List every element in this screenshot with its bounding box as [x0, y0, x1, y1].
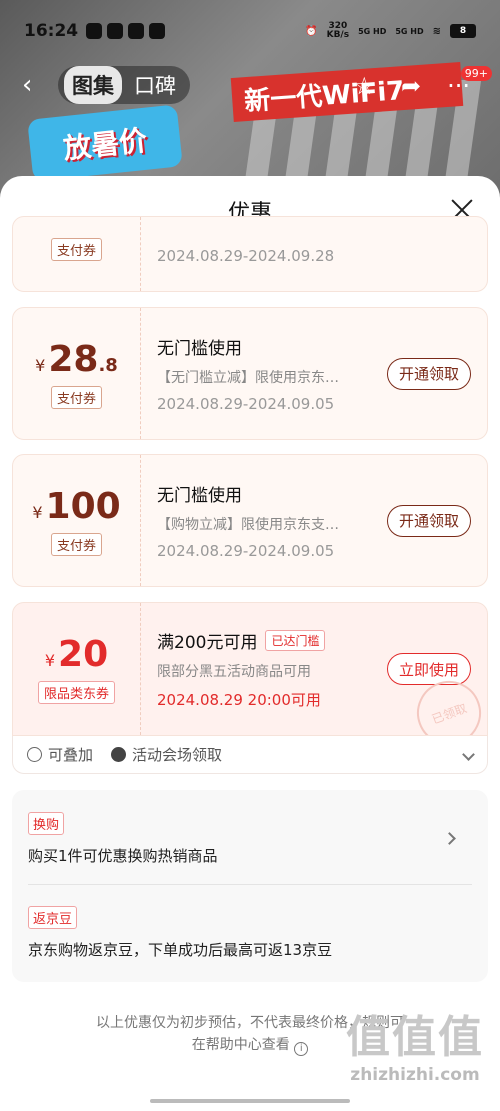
coupon-desc: 限部分黑五活动商品可用: [157, 664, 311, 680]
coupon-card: ¥100 支付券 无门槛使用 【购物立减】限使用京东支… 2024.08.29-…: [12, 454, 488, 587]
coupon-tag: 支付券: [50, 238, 102, 261]
benefit-card[interactable]: 换购 购买1件可优惠换购热销商品 返京豆 京东购物返京豆，下单成功后最高可返13…: [12, 790, 488, 982]
status-time: 16:24: [24, 21, 79, 41]
coupon-title: 无门槛使用: [157, 486, 242, 506]
coupon-desc: 【购物立减】限使用京东支…: [157, 517, 339, 533]
notification-icons: [86, 23, 166, 39]
coupon-info: 满200元可用 已达门槛 限部分黑五活动商品可用 2024.08.29 20:0…: [157, 603, 367, 735]
tab-reviews[interactable]: 口碑: [126, 66, 184, 104]
coupon-left: ¥100 支付券: [13, 455, 141, 586]
product-page-background: 16:24 ⏰ 320 KB/s 5G HD 5G HD ≋ 8 放暑价 新一代W…: [0, 0, 500, 200]
status-bar: 16:24 ⏰ 320 KB/s 5G HD 5G HD ≋ 8: [0, 0, 500, 62]
network-speed: 320 KB/s: [326, 21, 350, 40]
coupon-desc: 【无门槛立减】限使用京东…: [157, 370, 339, 386]
trade-in-item[interactable]: 换购 购买1件可优惠换购热销商品: [28, 812, 456, 866]
trade-in-text: 购买1件可优惠换购热销商品: [28, 847, 218, 865]
battery-icon: 8: [450, 24, 476, 38]
media-tabs: 图集 口碑: [58, 66, 190, 104]
coupon-card-partial: 支付券 2024.08.29-2024.09.28: [12, 216, 488, 292]
signal-1: 5G HD: [358, 26, 387, 36]
home-indicator[interactable]: [150, 1099, 350, 1103]
site-watermark: 值值值 zhizhizhi.com: [346, 1012, 484, 1085]
info-icon[interactable]: i: [294, 1042, 309, 1056]
coupon-tag: 限品类东券: [37, 681, 115, 704]
back-arrow-icon[interactable]: ‹: [22, 70, 32, 100]
source-label: 活动会场领取: [111, 744, 222, 765]
promo-logo: 放暑价: [27, 104, 183, 182]
coupon-tag: 支付券: [50, 385, 102, 409]
trade-in-tag: 换购: [28, 812, 65, 835]
nav-actions: ☆ ➦ ···: [353, 72, 470, 100]
use-now-button[interactable]: 立即使用: [386, 653, 471, 685]
coupon-amount: ¥100: [32, 485, 121, 527]
tab-gallery[interactable]: 图集: [64, 66, 122, 104]
coupon-title: 无门槛使用: [157, 339, 242, 359]
star-icon[interactable]: ☆: [353, 72, 375, 100]
coupon-amount: ¥20: [44, 634, 109, 675]
venue-icon: [111, 747, 127, 762]
coupon-left: ¥28.8 支付券: [13, 308, 141, 439]
divider: [28, 884, 472, 885]
coupon-tag: 支付券: [50, 532, 102, 556]
coupon-info: 2024.08.29-2024.09.28: [157, 217, 334, 291]
coupon-date: 2024.08.29-2024.09.05: [157, 542, 335, 560]
chevron-down-icon[interactable]: [462, 748, 475, 761]
jd-bean-text: 京东购物返京豆，下单成功后最高可返13京豆: [28, 941, 333, 959]
product-nav: ‹ 图集 口碑 ☆ ➦ ··· 99+: [0, 66, 500, 106]
jd-bean-tag: 返京豆: [28, 906, 78, 929]
coupon-info: 无门槛使用 【无门槛立减】限使用京东… 2024.08.29-2024.09.0…: [157, 308, 367, 439]
share-icon[interactable]: ➦: [401, 72, 421, 100]
coupon-amount: ¥28.8: [35, 338, 118, 380]
coupon-footer-row[interactable]: 可叠加 活动会场领取: [12, 736, 488, 774]
threshold-badge: 已达门槛: [265, 630, 326, 651]
coupon-left: ¥20 限品类东券: [13, 603, 141, 735]
coupon-left: 支付券: [13, 217, 141, 291]
signal-2: 5G HD: [395, 26, 424, 36]
coupon-card: ¥28.8 支付券 无门槛使用 【无门槛立减】限使用京东… 2024.08.29…: [12, 307, 488, 440]
coupon-card-jd: ¥20 限品类东券 满200元可用 已达门槛 限部分黑五活动商品可用 2024.…: [12, 602, 488, 736]
alarm-icon: ⏰: [305, 25, 318, 37]
coupon-date: 2024.08.29 20:00可用: [157, 691, 321, 709]
jd-bean-item: 返京豆 京东购物返京豆，下单成功后最高可返13京豆: [28, 906, 456, 960]
coupon-title: 满200元可用 已达门槛: [157, 628, 367, 653]
message-badge: 99+: [460, 66, 492, 81]
status-right: ⏰ 320 KB/s 5G HD 5G HD ≋ 8: [305, 22, 476, 40]
coupon-info: 无门槛使用 【购物立减】限使用京东支… 2024.08.29-2024.09.0…: [157, 455, 367, 586]
claim-button[interactable]: 开通领取: [386, 504, 471, 537]
wifi-icon: ≋: [432, 25, 441, 37]
stack-icon: [27, 747, 42, 762]
claim-button[interactable]: 开通领取: [386, 357, 471, 390]
discount-sheet: 优惠 支付券 2024.08.29-2024.09.28 ¥28.8 支付券 无…: [0, 176, 500, 1111]
coupon-date: 2024.08.29-2024.09.28: [157, 247, 335, 265]
stackable-label: 可叠加: [27, 744, 93, 765]
coupon-date: 2024.08.29-2024.09.05: [157, 395, 335, 413]
